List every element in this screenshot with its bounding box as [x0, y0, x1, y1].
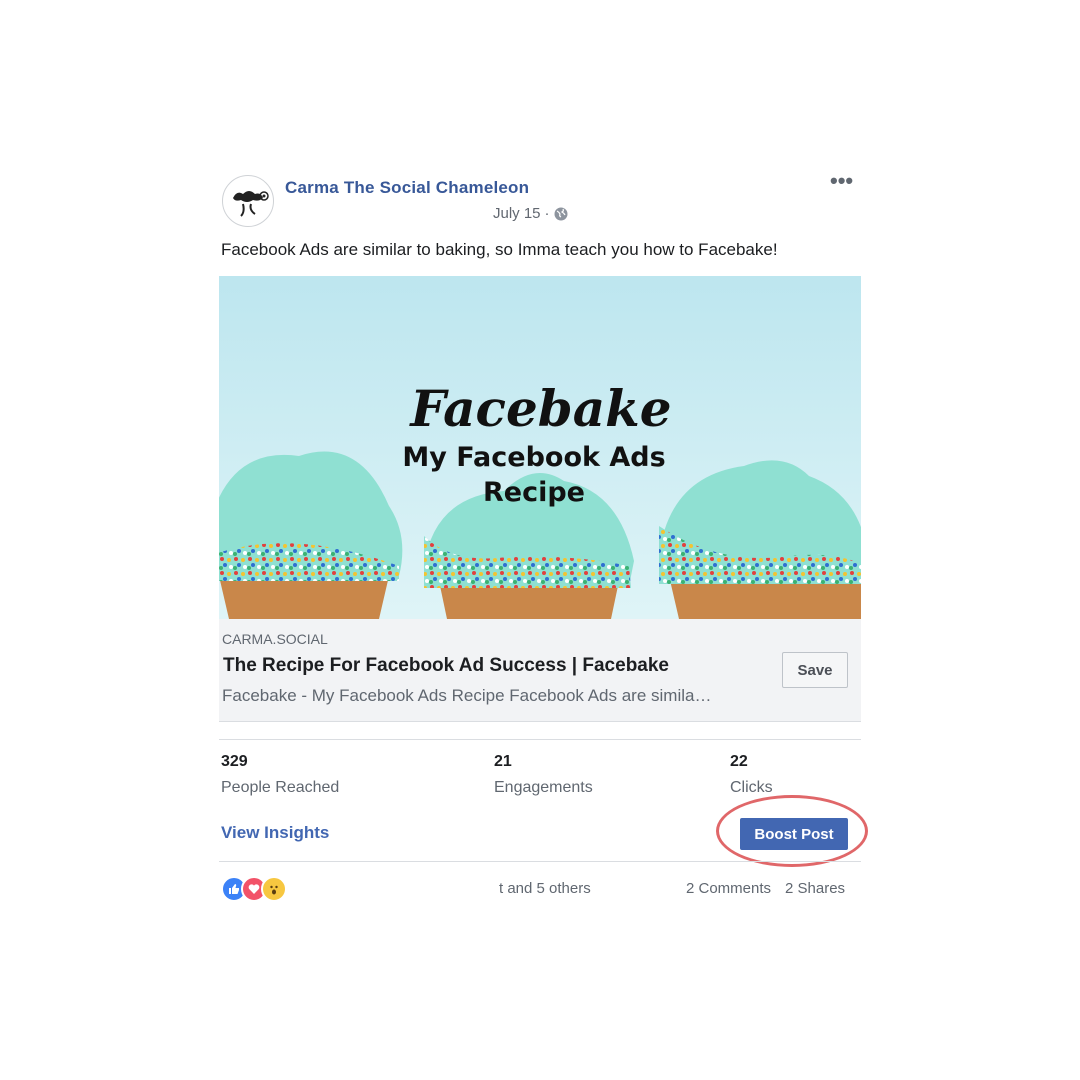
- post-meta: July 15 ·: [493, 205, 568, 222]
- meta-separator: ·: [544, 205, 550, 222]
- post-caption: Facebook Ads are similar to baking, so I…: [221, 240, 778, 259]
- link-title[interactable]: The Recipe For Facebook Ad Success | Fac…: [223, 655, 669, 677]
- link-domain: CARMA.SOCIAL: [222, 631, 328, 647]
- stat-label: People Reached: [221, 779, 340, 796]
- facebook-post: Carma The Social Chameleon July 15 · •••…: [218, 168, 868, 908]
- stat-label: Engagements: [494, 779, 593, 796]
- divider: [219, 861, 861, 862]
- reaction-icons[interactable]: [221, 876, 287, 902]
- more-options-icon[interactable]: •••: [830, 170, 853, 192]
- wow-icon: [261, 876, 287, 902]
- reactions-summary[interactable]: t and 5 others: [499, 880, 591, 897]
- stat-engagements: 21 Engagements: [494, 753, 593, 797]
- globe-icon[interactable]: [554, 207, 568, 221]
- comments-count[interactable]: 2 Comments: [686, 880, 771, 897]
- page-avatar[interactable]: [222, 175, 274, 227]
- stat-people-reached: 329 People Reached: [221, 753, 339, 797]
- stat-label: Clicks: [730, 779, 773, 796]
- view-insights-link[interactable]: View Insights: [221, 823, 329, 843]
- hero-line-1: My Facebook Ads: [402, 442, 665, 473]
- shares-count[interactable]: 2 Shares: [785, 880, 845, 897]
- link-image[interactable]: Facebake My Facebook Ads Recipe: [219, 276, 861, 619]
- save-button[interactable]: Save: [782, 652, 848, 688]
- post-date[interactable]: July 15: [493, 205, 541, 222]
- stat-clicks: 22 Clicks: [730, 753, 773, 797]
- hero-line-2: Recipe: [483, 477, 585, 508]
- link-preview[interactable]: CARMA.SOCIAL The Recipe For Facebook Ad …: [219, 619, 861, 722]
- hero-title: Facebake: [408, 379, 671, 438]
- divider: [219, 739, 861, 740]
- page-name-link[interactable]: Carma The Social Chameleon: [285, 178, 529, 198]
- stat-value: 329: [221, 753, 248, 770]
- stat-value: 22: [730, 753, 748, 770]
- link-description: Facebake - My Facebook Ads Recipe Facebo…: [222, 686, 712, 705]
- highlight-circle: [716, 795, 868, 867]
- stat-value: 21: [494, 753, 512, 770]
